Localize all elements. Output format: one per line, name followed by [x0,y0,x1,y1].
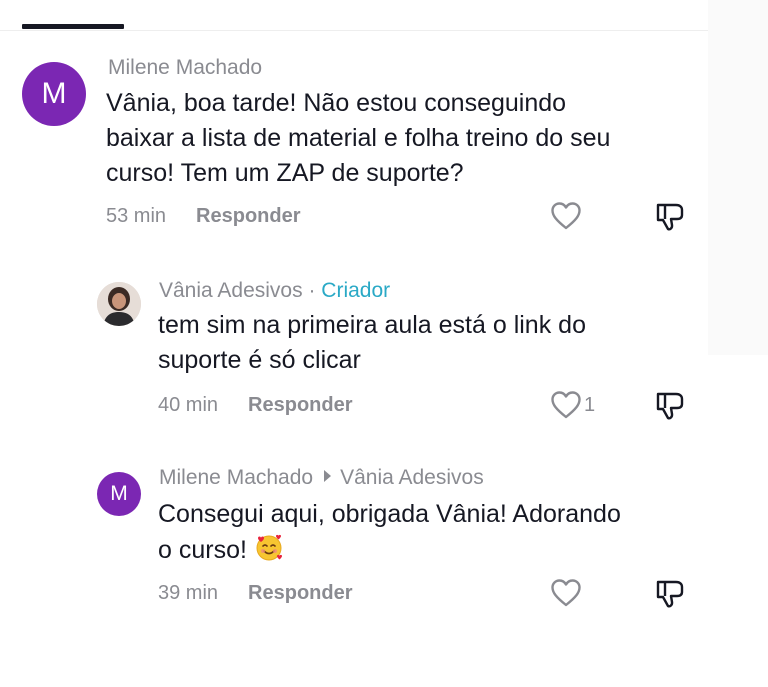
comment-text: tem sim na primeira aula está o link do … [158,308,586,378]
dislike-icon[interactable] [655,389,689,421]
like-button[interactable] [550,578,584,608]
comment-text-line: Consegui aqui, obrigada Vânia! Adorando [158,500,621,528]
comment-text: Consegui aqui, obrigada Vânia! Adorando … [158,497,621,568]
like-count: 1 [584,393,596,416]
play-arrow-icon [324,470,332,482]
creator-badge: Criador [321,279,391,302]
creator-avatar[interactable] [97,282,141,326]
comment-text-line-with-emoji: o curso! [158,532,621,568]
avatar[interactable]: M [22,62,86,126]
comment-text-line: tem sim na primeira aula está o link do [158,311,586,339]
comment-author[interactable]: Milene Machado [108,56,262,80]
comment-time: 53 min [106,205,167,227]
author-name[interactable]: Milene Machado [108,56,262,79]
author-name[interactable]: Vânia Adesivos [159,279,303,302]
reply-button[interactable]: Responder [196,205,300,228]
heart-outline-icon [551,391,581,419]
dislike-icon[interactable] [655,200,689,232]
tab-indicator [22,24,124,29]
comment-text: Vânia, boa tarde! Não estou conseguindo … [106,86,610,191]
top-divider [0,30,708,31]
dislike-icon[interactable] [655,577,689,609]
comment-text-line: Vânia, boa tarde! Não estou conseguindo [106,89,567,117]
comment-author: Milene Machado Vânia Adesivos [159,466,484,490]
reply-button[interactable]: Responder [248,582,352,605]
comment-text-line: o curso! [158,536,247,564]
smiling-face-with-hearts-emoji [256,534,282,561]
reply-button[interactable]: Responder [248,394,352,417]
heart-outline-icon [551,579,581,607]
author-separator: · [308,279,316,302]
comment-time: 40 min [158,394,219,416]
comment-text-line: curso! Tem um ZAP de suporte? [106,159,464,187]
heart-outline-icon [551,202,581,230]
avatar-letter: M [41,77,67,110]
comment-text-line: suporte é só clicar [158,346,361,374]
comment-meta: 53 min Responder [106,205,301,228]
comment-author: Vânia Adesivos · Criador [159,279,390,303]
reply-to-name[interactable]: Vânia Adesivos [340,466,484,489]
comment-time: 39 min [158,582,219,604]
comment-meta: 40 min Responder [158,394,353,417]
background-panel-edge [708,0,768,355]
comment-text-line: baixar a lista de material e folha trein… [106,124,611,152]
like-button[interactable] [550,201,584,231]
avatar[interactable]: M [97,472,141,516]
profile-photo-icon [97,282,141,326]
like-button[interactable]: 1 [550,390,595,420]
author-name[interactable]: Milene Machado [159,466,313,489]
avatar-letter: M [110,482,128,505]
comment-meta: 39 min Responder [158,582,353,605]
